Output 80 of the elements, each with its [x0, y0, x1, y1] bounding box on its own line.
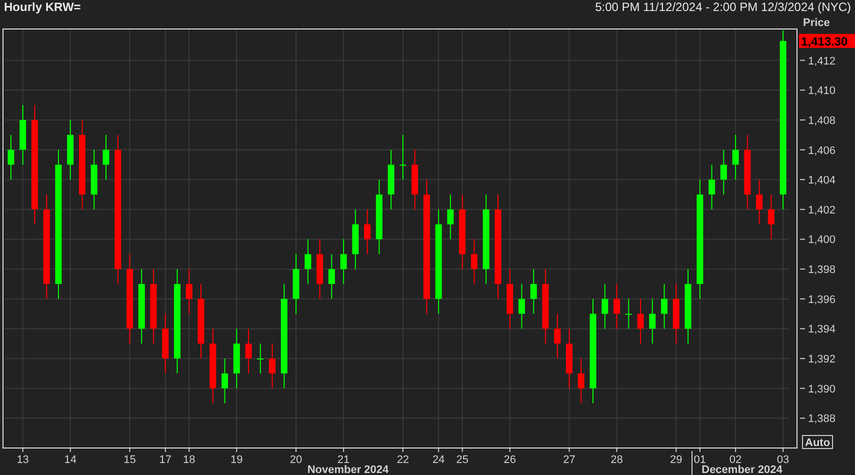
candlestick [530, 268, 537, 314]
candlestick [269, 343, 276, 389]
candlestick [364, 208, 371, 255]
axis-label: 1,394 [808, 324, 836, 336]
candlestick [768, 194, 774, 240]
candlestick [649, 298, 656, 344]
candlestick [257, 343, 264, 374]
axis-label: 1,402 [808, 204, 836, 216]
candlestick [625, 298, 632, 330]
axis-label: 21 [337, 454, 350, 466]
candlestick [20, 104, 26, 166]
month-label: December 2024 [702, 464, 782, 475]
candlestick [352, 208, 359, 270]
axis-label: 1,390 [808, 383, 836, 396]
candlestick [756, 179, 763, 225]
chart-title: Hourly KRW= [4, 0, 81, 14]
axis-label: 1,392 [808, 354, 836, 366]
candlestick [245, 328, 252, 374]
axis-label: 20 [290, 454, 302, 466]
axis-label: 18 [183, 454, 196, 466]
candlestick [328, 254, 335, 300]
candlestick [162, 313, 169, 374]
axis-label: 28 [610, 454, 623, 466]
candlestick [388, 149, 394, 210]
candlestick [708, 164, 716, 210]
axis-label: 22 [396, 454, 410, 466]
axis-label: 1,400 [808, 234, 836, 246]
candlestick [340, 238, 347, 284]
candlestick [316, 238, 324, 300]
candlestick [412, 149, 418, 210]
candlestick [186, 268, 192, 314]
axis-title: Price [803, 17, 830, 29]
candlestick [602, 283, 608, 330]
candlestick [102, 134, 110, 180]
candlestick [67, 119, 74, 180]
axis-label: 1,396 [808, 294, 836, 306]
candlestick [554, 313, 561, 360]
axis-label: 1,408 [808, 114, 836, 127]
candlestick [518, 283, 525, 330]
axis-label: 14 [64, 454, 76, 466]
candlestick [614, 283, 620, 330]
candlestick [400, 134, 406, 180]
date-range: 5:00 PM 11/12/2024 - 2:00 PM 12/3/2024 (NYC) [595, 0, 851, 14]
candlestick [222, 358, 228, 404]
axis-label: 25 [456, 454, 468, 466]
candlestick [578, 358, 584, 404]
axis-label: 15 [124, 454, 136, 466]
axis-label: 13 [16, 454, 29, 466]
candlestick [566, 328, 572, 389]
axis-label: 1,404 [808, 174, 836, 187]
candlestick [8, 134, 14, 180]
axis-label: 01 [694, 454, 706, 466]
month-label: November 2024 [307, 464, 389, 475]
candlestick [447, 194, 454, 240]
axis-label: 02 [729, 454, 742, 466]
candlestick [470, 238, 478, 284]
candlestick [233, 328, 240, 389]
candlestick [292, 254, 300, 314]
candlestick [90, 149, 98, 210]
axis-label: 03 [776, 454, 790, 466]
axis-label: 26 [504, 454, 516, 466]
axis-label: 1,410 [808, 85, 836, 98]
candlestick [304, 238, 312, 284]
axis-label: 29 [670, 454, 682, 466]
candlestick [672, 283, 680, 344]
candlestick [661, 283, 668, 330]
axis-label: 1,388 [808, 413, 836, 426]
auto-button[interactable]: Auto [802, 435, 833, 449]
candlestick [506, 268, 514, 330]
axis-label: 27 [563, 454, 576, 466]
last-price-tag: 1,413.30 [799, 34, 855, 48]
candlestick [732, 134, 739, 180]
axis-label: 1,398 [808, 264, 836, 276]
axis-label: 1,412 [808, 55, 836, 68]
axis-label: 17 [159, 454, 172, 466]
axis-label: 19 [230, 454, 243, 466]
axis-label: 1,406 [808, 144, 836, 157]
axis-label: 24 [432, 454, 445, 466]
candlestick [720, 149, 727, 195]
candlestick [637, 298, 644, 344]
